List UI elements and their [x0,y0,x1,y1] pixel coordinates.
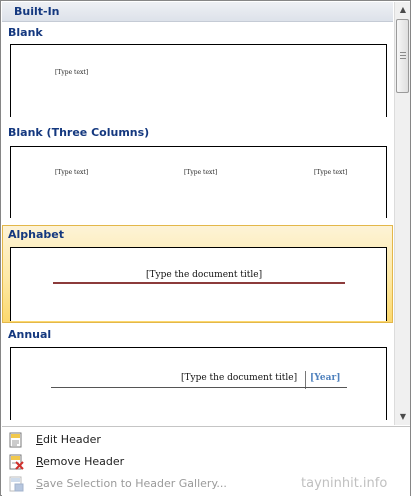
grip-line [400,55,406,56]
save-selection-icon [9,476,24,492]
header-gallery: Built-In Blank [Type text] Blank (Three … [0,0,411,496]
type-text-placeholder-center: [Type text] [184,169,218,176]
type-text-placeholder-left: [Type text] [55,169,89,176]
scroll-up-button[interactable]: ▲ [395,2,411,18]
section-title: Built-In [14,5,60,18]
title-underline [51,387,347,388]
remove-header-label: Remove Header [36,455,125,468]
gallery-item-label: Annual [8,328,52,341]
remove-header-menu-item[interactable]: Remove Header [2,451,410,473]
watermark: tayninhit.info [301,476,388,491]
header-thumbnail: [Type the document title] [Year] [10,347,387,420]
scroll-down-button[interactable]: ▼ [395,409,411,425]
save-selection-label: Save Selection to Header Gallery... [36,477,227,490]
document-title-placeholder: [Type the document title] [146,270,263,280]
grip-line [400,58,406,59]
gallery-item-alphabet[interactable]: Alphabet [Type the document title] [2,225,393,323]
grip-line [400,52,406,53]
type-text-placeholder-right: [Type text] [314,169,348,176]
type-text-placeholder: [Type text] [55,69,89,76]
gallery-scrollbar[interactable]: ▲ ▼ [394,2,410,425]
remove-header-icon [9,454,24,470]
gallery-item-annual[interactable]: Annual [Type the document title] [Year] [2,326,393,420]
edit-header-icon [9,432,22,448]
year-placeholder: [Year] [310,373,341,383]
edit-header-menu-item[interactable]: Edit Header [2,429,410,451]
gallery-item-blank-three-columns[interactable]: Blank (Three Columns) [Type text] [Type … [2,124,393,218]
header-thumbnail: [Type text] [10,44,387,117]
title-rule [53,282,345,284]
gallery-item-label: Blank (Three Columns) [8,126,150,139]
chevron-up-icon: ▲ [399,5,407,14]
edit-header-label: Edit Header [36,433,101,446]
gallery-item-label: Alphabet [8,228,65,241]
document-title-placeholder: [Type the document title] [181,373,298,383]
gallery-item-blank[interactable]: Blank [Type text] [2,23,393,117]
section-header-built-in: Built-In [2,2,393,22]
chevron-down-icon: ▼ [399,412,407,421]
header-thumbnail: [Type text] [Type text] [Type text] [10,146,387,218]
header-thumbnail: [Type the document title] [10,247,387,321]
gallery-item-label: Blank [8,26,43,39]
scroll-thumb[interactable] [396,19,409,93]
